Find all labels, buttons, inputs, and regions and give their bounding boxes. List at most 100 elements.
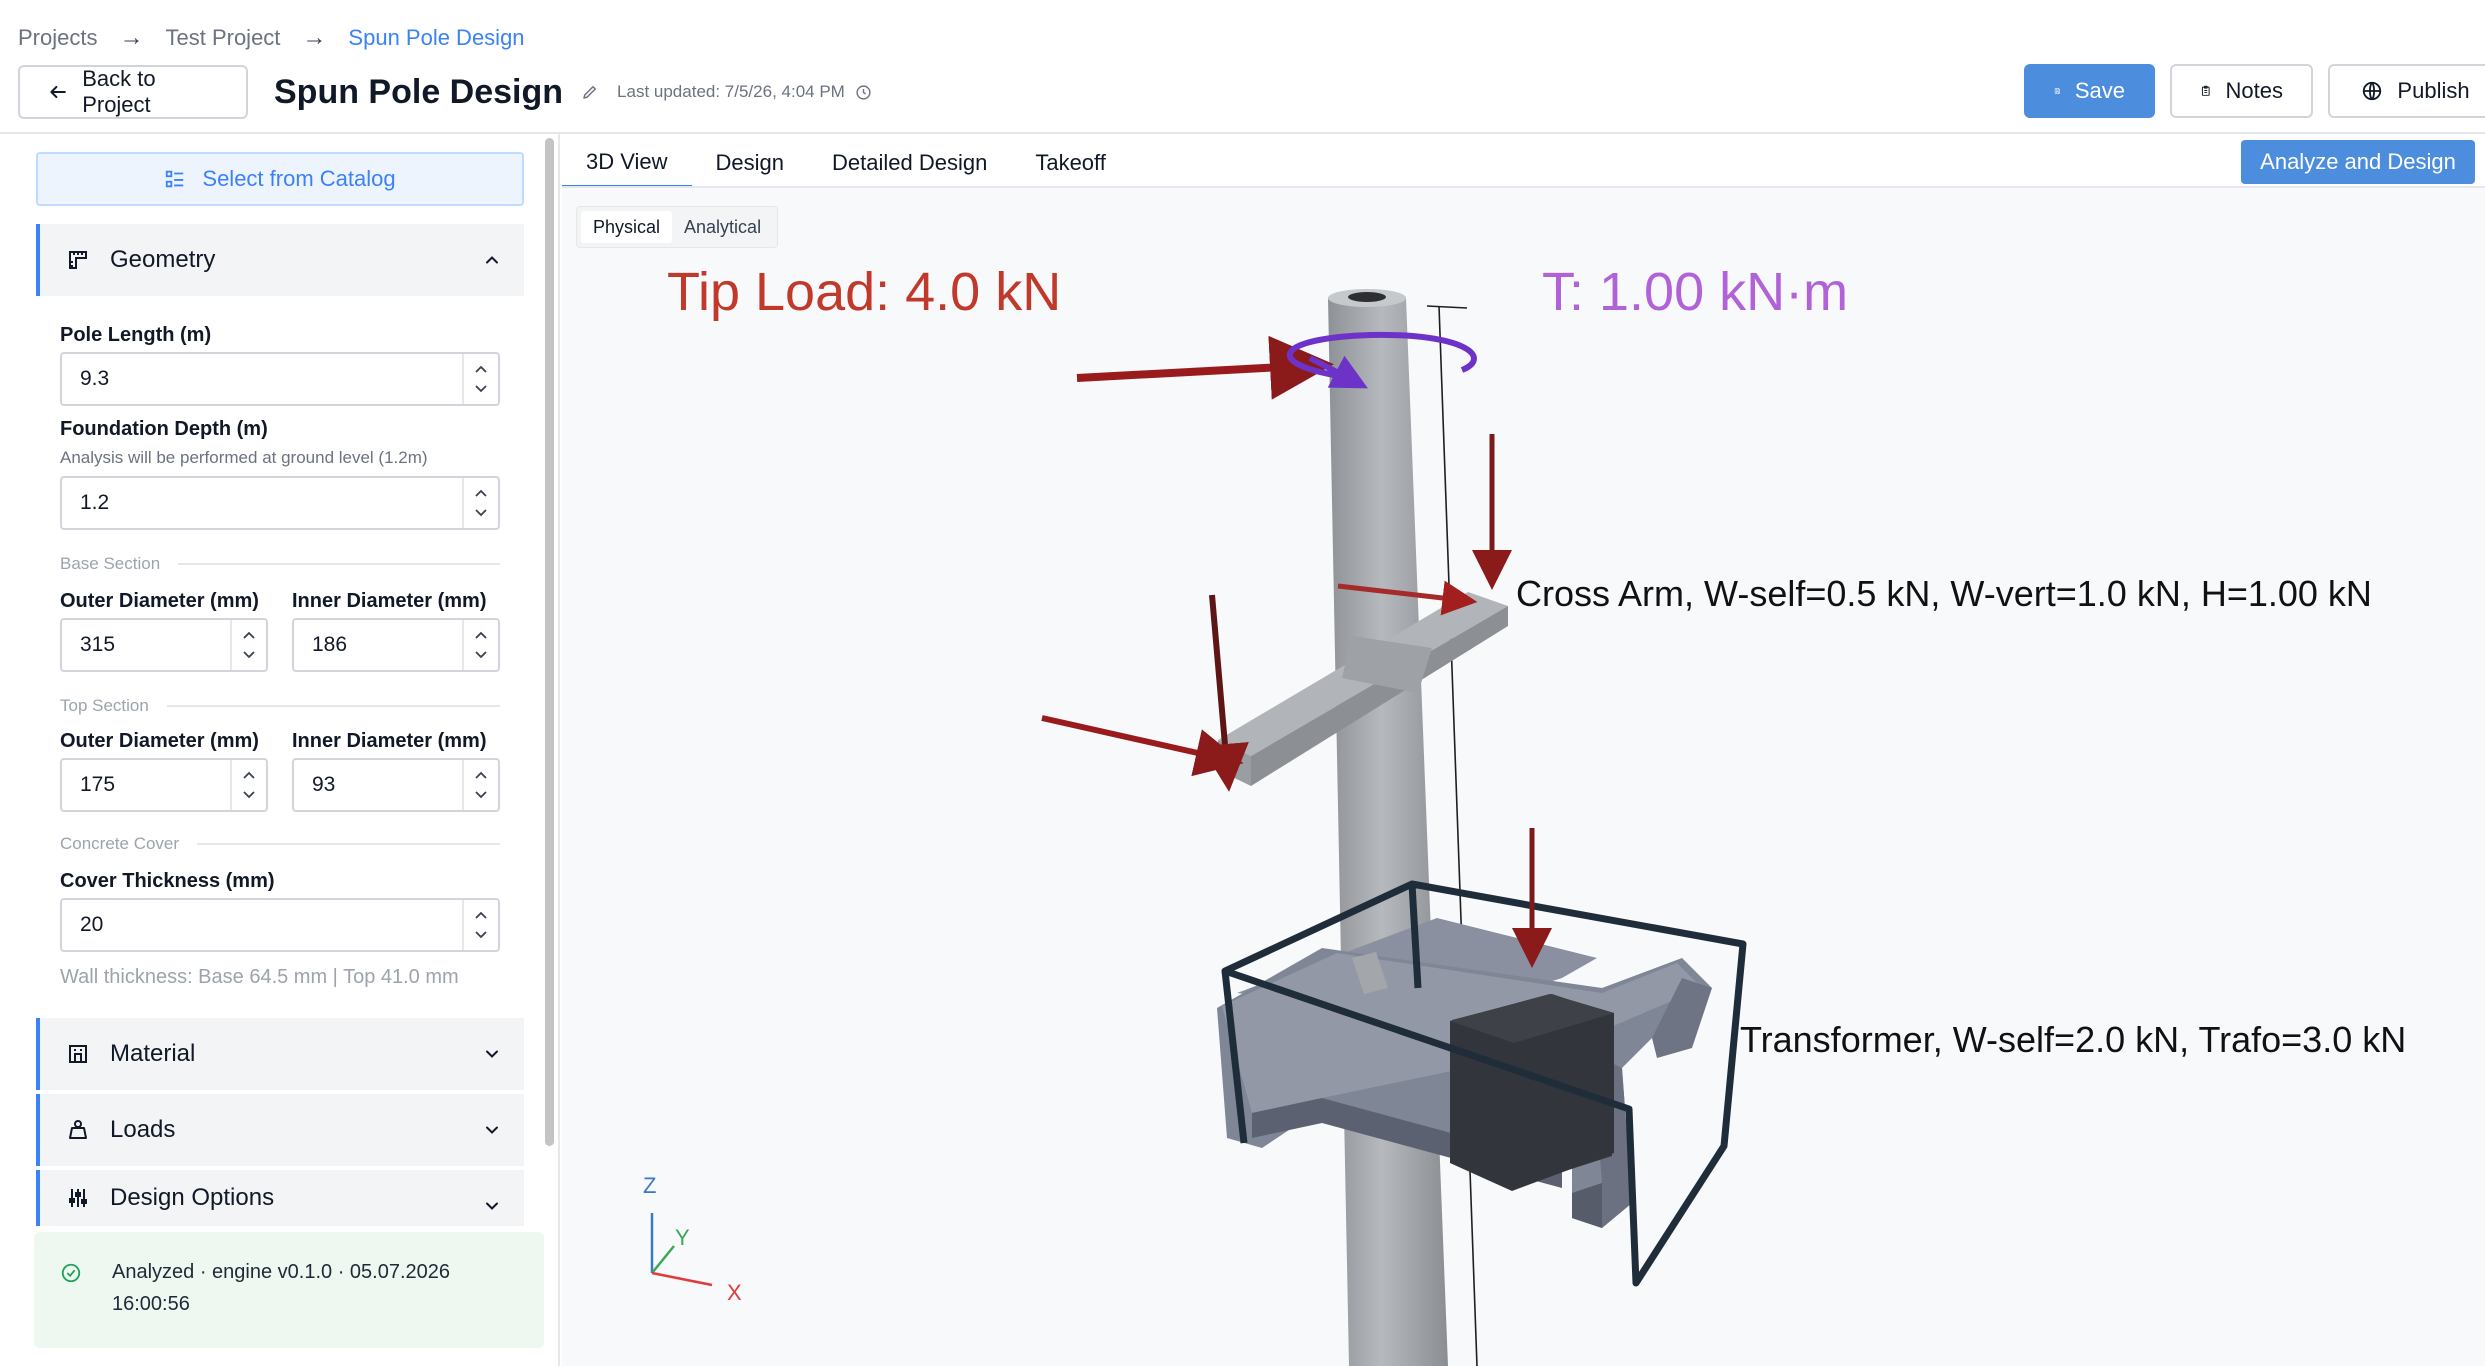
3d-viewport[interactable]: Tip Load: 4.0 kN T: 1.00 kN·m Cross Arm,… bbox=[562, 188, 2485, 1366]
base-outer-diameter-stepper[interactable] bbox=[230, 620, 266, 670]
axis-x-line bbox=[651, 1271, 713, 1287]
geometry-title: Geometry bbox=[110, 246, 216, 273]
concrete-cover-group: Concrete Cover bbox=[60, 834, 500, 854]
notes-button[interactable]: Notes bbox=[2170, 64, 2313, 118]
arrow-left-icon bbox=[50, 85, 66, 99]
axis-y-label: Y bbox=[675, 1225, 690, 1250]
loads-title: Loads bbox=[110, 1116, 176, 1143]
building-icon bbox=[69, 1045, 87, 1063]
cover-thickness-input[interactable] bbox=[62, 900, 462, 950]
analyze-and-design-button[interactable]: Analyze and Design bbox=[2241, 140, 2475, 184]
breadcrumb-separator: → bbox=[302, 24, 327, 51]
pole-length-label: Pole Length (m) bbox=[60, 324, 212, 346]
breadcrumb-projects[interactable]: Projects bbox=[18, 25, 97, 51]
weight-icon bbox=[69, 1120, 87, 1139]
base-outer-diameter-input[interactable] bbox=[62, 620, 230, 670]
tab-design[interactable]: Design bbox=[692, 138, 808, 188]
top-inner-diameter-label: Inner Diameter (mm) bbox=[292, 730, 487, 752]
list-icon bbox=[166, 170, 184, 188]
base-section-group: Base Section bbox=[60, 554, 500, 574]
view-mode-physical[interactable]: Physical bbox=[581, 211, 673, 243]
top-inner-diameter-input[interactable] bbox=[294, 760, 462, 810]
analysis-status-text: Analyzed · engine v0.1.0 · 05.07.2026 16… bbox=[112, 1261, 451, 1315]
top-outer-diameter-input[interactable] bbox=[62, 760, 230, 810]
breadcrumb-test-project[interactable]: Test Project bbox=[165, 25, 280, 51]
torque-label: T: 1.00 kN·m bbox=[1542, 262, 1848, 322]
sidebar-scrollbar[interactable] bbox=[545, 138, 554, 1146]
foundation-depth-hint: Analysis will be performed at ground lev… bbox=[60, 448, 428, 467]
foundation-depth-input-box bbox=[60, 476, 500, 530]
tab-takeoff[interactable]: Takeoff bbox=[1011, 138, 1130, 188]
tab-3d-view[interactable]: 3D View bbox=[562, 138, 692, 188]
base-inner-diameter-input[interactable] bbox=[294, 620, 462, 670]
top-section-group: Top Section bbox=[60, 696, 500, 716]
design-options-section-header[interactable]: Design Options bbox=[36, 1170, 524, 1226]
pencil-icon[interactable] bbox=[581, 83, 599, 101]
base-section-title: Base Section bbox=[60, 554, 161, 573]
tab-detailed-design[interactable]: Detailed Design bbox=[808, 138, 1011, 188]
base-outer-diameter-label: Outer Diameter (mm) bbox=[60, 590, 259, 612]
cover-thickness-stepper[interactable] bbox=[462, 900, 498, 950]
last-updated: Last updated: 7/5/26, 4:04 PM bbox=[617, 82, 845, 101]
design-options-title: Design Options bbox=[110, 1184, 275, 1211]
chevron-up-icon[interactable] bbox=[474, 770, 488, 780]
top-outer-diameter-stepper[interactable] bbox=[230, 760, 266, 810]
breadcrumb: Projects → Test Project → Spun Pole Desi… bbox=[18, 22, 525, 54]
select-from-catalog-button[interactable]: Select from Catalog bbox=[36, 152, 524, 206]
foundation-depth-stepper[interactable] bbox=[462, 478, 498, 528]
chevron-down-icon[interactable] bbox=[242, 650, 256, 660]
base-inner-diameter-label: Inner Diameter (mm) bbox=[292, 590, 487, 612]
tip-load-label: Tip Load: 4.0 kN bbox=[667, 262, 1061, 322]
chevron-up-icon[interactable] bbox=[242, 770, 256, 780]
cross-arm-label: Cross Arm, W-self=0.5 kN, W-vert=1.0 kN,… bbox=[1516, 573, 2372, 614]
foundation-depth-label: Foundation Depth (m) bbox=[60, 418, 268, 440]
chevron-down-icon[interactable] bbox=[474, 650, 488, 660]
save-label: Save bbox=[2074, 78, 2125, 103]
loads-section-header[interactable]: Loads bbox=[36, 1094, 524, 1166]
geometry-section-header[interactable]: Geometry bbox=[36, 224, 524, 296]
chevron-down-icon bbox=[486, 1126, 498, 1134]
base-inner-diameter-stepper[interactable] bbox=[462, 620, 498, 670]
chevron-up-icon[interactable] bbox=[474, 630, 488, 640]
top-inner-diameter-stepper[interactable] bbox=[462, 760, 498, 810]
transformer-label: Transformer, W-self=2.0 kN, Trafo=3.0 kN bbox=[1740, 1019, 2406, 1060]
chevron-up-icon[interactable] bbox=[474, 364, 488, 374]
axis-x-label: X bbox=[727, 1280, 742, 1305]
sliders-icon bbox=[69, 1189, 87, 1207]
base-inner-diameter-box bbox=[292, 618, 500, 672]
3d-scene[interactable]: Tip Load: 4.0 kN T: 1.00 kN·m Cross Arm,… bbox=[562, 188, 2485, 1366]
base-outer-diameter-box bbox=[60, 618, 268, 672]
axis-z-label: Z bbox=[643, 1173, 656, 1198]
page-header: Back to Project Spun Pole Design Last up… bbox=[18, 64, 2485, 120]
tip-load-arrow bbox=[1076, 335, 1334, 400]
clipboard-icon bbox=[2201, 85, 2210, 96]
sidebar: Select from Catalog Geometry Pole Length… bbox=[0, 134, 560, 1366]
wall-thickness-text: Wall thickness: Base 64.5 mm | Top 41.0 … bbox=[60, 966, 459, 988]
view-mode-analytical[interactable]: Analytical bbox=[672, 211, 773, 243]
material-section-header[interactable]: Material bbox=[36, 1018, 524, 1090]
chevron-down-icon[interactable] bbox=[474, 508, 488, 518]
analysis-status-card: Analyzed · engine v0.1.0 · 05.07.2026 16… bbox=[34, 1232, 544, 1348]
chevron-down-icon[interactable] bbox=[474, 790, 488, 800]
publish-button[interactable]: Publish bbox=[2328, 64, 2485, 118]
concrete-cover-title: Concrete Cover bbox=[60, 834, 180, 853]
chevron-up-icon[interactable] bbox=[242, 630, 256, 640]
chevron-up-icon[interactable] bbox=[474, 488, 488, 498]
analytical-axis-tick bbox=[1426, 305, 1468, 309]
page-title: Spun Pole Design bbox=[274, 72, 564, 111]
notes-label: Notes bbox=[2225, 78, 2283, 103]
chevron-up-icon[interactable] bbox=[474, 910, 488, 920]
top-section-title: Top Section bbox=[60, 696, 149, 715]
ruler-icon bbox=[69, 251, 87, 269]
globe-icon bbox=[2363, 81, 2382, 101]
save-button[interactable]: Save bbox=[2024, 64, 2155, 118]
pole-length-stepper[interactable] bbox=[462, 354, 498, 404]
chevron-down-icon[interactable] bbox=[242, 790, 256, 800]
pole-length-input[interactable] bbox=[62, 354, 462, 404]
chevron-down-icon[interactable] bbox=[474, 930, 488, 940]
foundation-depth-input[interactable] bbox=[62, 478, 462, 528]
clock-icon bbox=[856, 84, 871, 100]
select-from-catalog-label: Select from Catalog bbox=[202, 166, 396, 191]
back-to-project-button[interactable]: Back to Project bbox=[18, 65, 248, 119]
chevron-down-icon[interactable] bbox=[474, 384, 488, 394]
